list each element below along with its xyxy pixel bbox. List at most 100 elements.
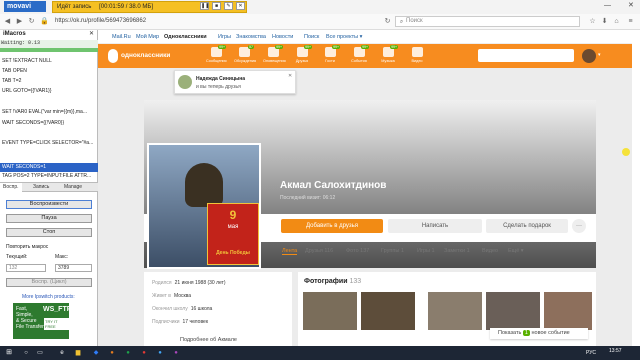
nav-notifications[interactable]: 99+ Оповещения (263, 45, 286, 63)
tab-video[interactable]: Видео (482, 248, 498, 254)
stop-record-button[interactable]: ■ (212, 2, 221, 10)
photo-thumbnail[interactable] (361, 292, 415, 330)
ok-logo-text[interactable]: одноклассники (121, 52, 170, 59)
search-input[interactable]: Поиск (395, 16, 580, 27)
script-line[interactable]: SET !EXTRACT NULL (2, 58, 96, 64)
clock[interactable]: 13:57 (609, 348, 622, 354)
ie-icon[interactable]: e (56, 348, 68, 358)
badge-caption: День Победы (216, 250, 250, 256)
script-line[interactable]: URL GOTO={{!VAR1}} (2, 88, 96, 94)
menu-item[interactable]: Мой Мир (136, 34, 159, 40)
app-icon[interactable]: ● (138, 348, 150, 358)
firefox-icon[interactable]: ● (106, 348, 118, 358)
max-field[interactable]: 3789 (55, 264, 92, 272)
nav-badge: 99+ (275, 45, 283, 49)
script-line[interactable]: TAB T=2 (2, 78, 96, 84)
task-view-icon[interactable]: ▭ (34, 348, 46, 358)
more-actions-button[interactable]: ··· (572, 219, 586, 233)
app-icon[interactable]: ● (170, 348, 182, 358)
info-value[interactable]: Москва (174, 293, 191, 299)
tab-play[interactable]: Воспр. (0, 183, 22, 192)
nav-friends[interactable]: 99+ Друзья (292, 45, 312, 63)
ok-search-input[interactable] (478, 49, 574, 62)
close-icon[interactable]: ✕ (288, 73, 292, 79)
chevron-down-icon[interactable]: ▾ (598, 52, 601, 58)
close-icon[interactable]: ✕ (628, 1, 634, 9)
menu-item[interactable]: Mail.Ru (112, 34, 131, 40)
photo-thumbnail[interactable] (303, 292, 357, 330)
person-silhouette (185, 163, 223, 207)
notification-name[interactable]: Надежда Синицына (196, 76, 245, 82)
nav-discussions[interactable]: 57 Обсуждения (234, 45, 256, 63)
stop-button[interactable]: Стоп (6, 228, 92, 237)
tab-groups[interactable]: Группы 1 (381, 248, 404, 254)
url-field[interactable]: https://ok.ru/profile/569473696862 (55, 16, 295, 27)
photo-thumbnail[interactable] (544, 292, 592, 330)
avatar[interactable] (582, 49, 596, 63)
reload-icon[interactable]: ↻ (27, 17, 36, 26)
tab-photos[interactable]: Фото 137 (346, 248, 369, 254)
more-about-link[interactable]: Подробнее об Акмале (180, 337, 237, 343)
script-line[interactable]: SET !VAR0 EVAL("var min={{m}},ma... (2, 109, 96, 115)
menu-item[interactable]: Игры (218, 34, 231, 40)
tab-feed[interactable]: Лента (282, 248, 298, 255)
close-panel-icon[interactable]: ✕ (89, 30, 94, 37)
tab-more[interactable]: Ещё ▾ (508, 248, 524, 254)
ipswitch-ad[interactable]: Fast, Simple, & Secure File Transfer WS_… (13, 303, 71, 339)
more-products-link[interactable]: More Ipswitch products: (22, 294, 75, 300)
nav-guests[interactable]: 99+ Гости (320, 45, 340, 63)
send-gift-button[interactable]: Сделать подарок (486, 219, 568, 233)
bookmark-star-icon[interactable]: ☆ (588, 17, 597, 26)
refresh-page-icon[interactable]: ↻ (383, 17, 392, 26)
write-message-button[interactable]: Написать (388, 219, 482, 233)
app-icon[interactable]: ● (122, 348, 134, 358)
forward-icon[interactable]: ▶ (15, 17, 24, 26)
downloads-icon[interactable]: ⬇ (600, 17, 609, 26)
menu-item[interactable]: Одноклассники (164, 34, 207, 40)
menu-item[interactable]: Все проекты ▾ (326, 34, 362, 40)
nav-messages[interactable]: 99+ Сообщения (206, 45, 227, 63)
menu-item[interactable]: Знакомства (236, 34, 266, 40)
search-icon[interactable]: ○ (20, 348, 32, 358)
profile-photo[interactable]: 9 мая День Победы (147, 143, 261, 269)
friend-notification[interactable]: Надежда Синицына и вы теперь друзья ✕ (174, 70, 296, 94)
script-line[interactable]: EVENT TYPE=CLICK SELECTOR="#a... (2, 140, 96, 146)
app-icon[interactable]: ● (154, 348, 166, 358)
app-icon[interactable]: ◆ (90, 348, 102, 358)
info-value[interactable]: 17 человек (183, 319, 209, 325)
new-events-toast[interactable]: Показать 1 новое событие (490, 328, 588, 339)
script-line[interactable]: TAG POS=2 TYPE=INPUT:FILE ATTR... (2, 173, 96, 179)
play-button[interactable]: Воспроизвести (6, 200, 92, 209)
home-icon[interactable]: ⌂ (612, 17, 621, 26)
minimize-icon[interactable]: — (604, 2, 611, 9)
play-loop-button[interactable]: Воспр. (Цикл) (6, 278, 92, 287)
script-line[interactable]: TAB OPEN (2, 68, 96, 74)
cancel-record-button[interactable]: ✕ (236, 2, 245, 10)
current-field[interactable]: 132 (6, 264, 46, 272)
menu-icon[interactable]: ≡ (626, 17, 635, 26)
add-friend-button[interactable]: Добавить в друзья (281, 219, 383, 233)
tab-friends[interactable]: Друзья 116 (305, 248, 333, 254)
photos-title[interactable]: Фотографии 133 (304, 278, 361, 285)
menu-item[interactable]: Поиск (304, 34, 319, 40)
tab-record[interactable]: Запись (30, 183, 52, 192)
photo-thumbnail[interactable] (428, 292, 482, 330)
tab-games[interactable]: Игры 1 (417, 248, 435, 254)
folder-icon[interactable]: ▆ (72, 348, 84, 358)
script-line-selected[interactable]: WAIT SECONDS=1 (2, 164, 96, 170)
tab-notes[interactable]: Заметки 1 (444, 248, 470, 254)
pause-button[interactable]: Пауза (6, 214, 92, 223)
script-line[interactable]: WAIT SECONDS={{!VAR0}} (2, 120, 96, 126)
back-icon[interactable]: ◀ (3, 17, 12, 26)
nav-music[interactable]: 99+ Музыка (378, 45, 398, 63)
windows-start-icon[interactable]: ⊞ (3, 348, 15, 358)
nav-video[interactable]: Видео (407, 47, 427, 63)
settings-record-button[interactable]: ✎ (224, 2, 233, 10)
language-indicator[interactable]: РУС (586, 350, 596, 356)
tab-manage[interactable]: Manage (61, 183, 85, 192)
photo-thumbnail[interactable] (486, 292, 540, 330)
nav-events[interactable]: 99+ События (349, 45, 369, 63)
pause-record-button[interactable]: ❚❚ (200, 2, 209, 10)
info-value[interactable]: 16 школа (191, 306, 213, 312)
menu-item[interactable]: Новости (272, 34, 293, 40)
